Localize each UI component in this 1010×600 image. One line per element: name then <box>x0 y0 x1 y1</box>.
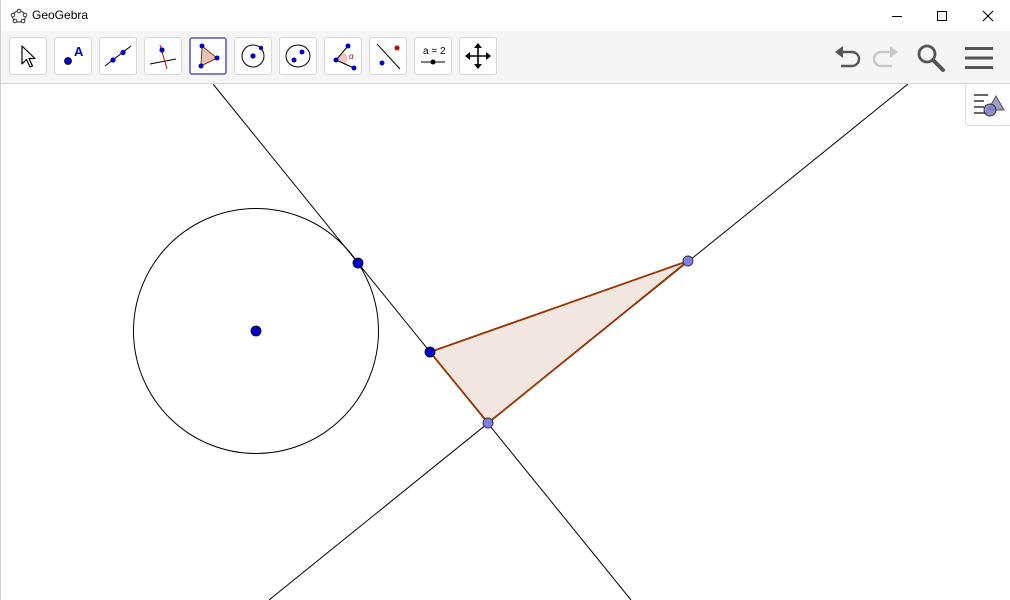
graphics-view[interactable] <box>1 84 1010 600</box>
maximize-icon <box>937 10 947 21</box>
ellipse-icon <box>285 44 311 68</box>
circle-tool-button[interactable] <box>234 37 272 75</box>
triangle-polygon[interactable] <box>429 260 689 424</box>
reflect-about-line-icon <box>376 43 401 70</box>
slider-icon: a = 2 <box>421 46 446 65</box>
redo-icon <box>872 46 898 68</box>
line-tool-button[interactable] <box>99 37 137 75</box>
undo-icon <box>835 46 861 68</box>
window-title: GeoGebra <box>32 8 89 22</box>
search-icon <box>917 44 945 72</box>
slider-label-text: a = 2 <box>423 46 446 57</box>
point-label-text: A <box>74 44 84 59</box>
line-through-two-points-icon <box>104 45 132 67</box>
point-tool-button[interactable]: A <box>54 37 92 75</box>
move-graphics-view-tool-button[interactable] <box>459 37 497 75</box>
angle-tool-button[interactable]: α <box>324 37 362 75</box>
perpendicular-line-tool-button[interactable] <box>144 37 182 75</box>
angle-icon: α <box>333 43 357 71</box>
hamburger-menu-icon <box>965 47 993 69</box>
triangle-vertex-left[interactable] <box>424 346 436 358</box>
search-button[interactable] <box>913 41 949 75</box>
tangent-point[interactable] <box>352 257 364 269</box>
undo-button[interactable] <box>830 41 866 75</box>
style-bar-toggle-button[interactable] <box>965 84 1010 126</box>
title-bar: GeoGebra <box>1 0 1010 31</box>
close-icon <box>982 10 994 21</box>
ellipse-tool-button[interactable] <box>279 37 317 75</box>
geogebra-logo-icon <box>10 8 28 24</box>
maximize-button[interactable] <box>919 0 965 31</box>
style-bar-toggle-icon <box>973 93 1005 116</box>
main-menu-button[interactable] <box>961 41 997 75</box>
polygon-icon <box>198 43 220 69</box>
reflect-tool-button[interactable] <box>369 37 407 75</box>
cursor-arrow-icon <box>21 45 36 68</box>
circle-with-center-icon <box>241 44 265 68</box>
move-tool-button[interactable] <box>9 37 47 75</box>
graphics-canvas[interactable] <box>1 84 1010 600</box>
redo-button[interactable] <box>867 41 903 75</box>
toolbar: A α a = 2 <box>1 31 1010 84</box>
angle-label-text: α <box>349 52 354 61</box>
triangle-vertex-right[interactable] <box>682 255 694 267</box>
point-icon: A <box>64 44 84 65</box>
triangle-vertex-bottom[interactable] <box>482 417 494 429</box>
move-arrows-icon <box>465 43 491 69</box>
minimize-icon <box>892 15 902 17</box>
close-button[interactable] <box>965 0 1010 31</box>
perpendicular-line-icon <box>149 44 177 70</box>
circle-center-point[interactable] <box>250 325 262 337</box>
slider-tool-button[interactable]: a = 2 <box>414 37 452 75</box>
polygon-tool-button[interactable] <box>189 37 227 75</box>
geogebra-window: GeoGebra A α a = 2 <box>0 0 1010 600</box>
minimize-button[interactable] <box>874 0 920 31</box>
